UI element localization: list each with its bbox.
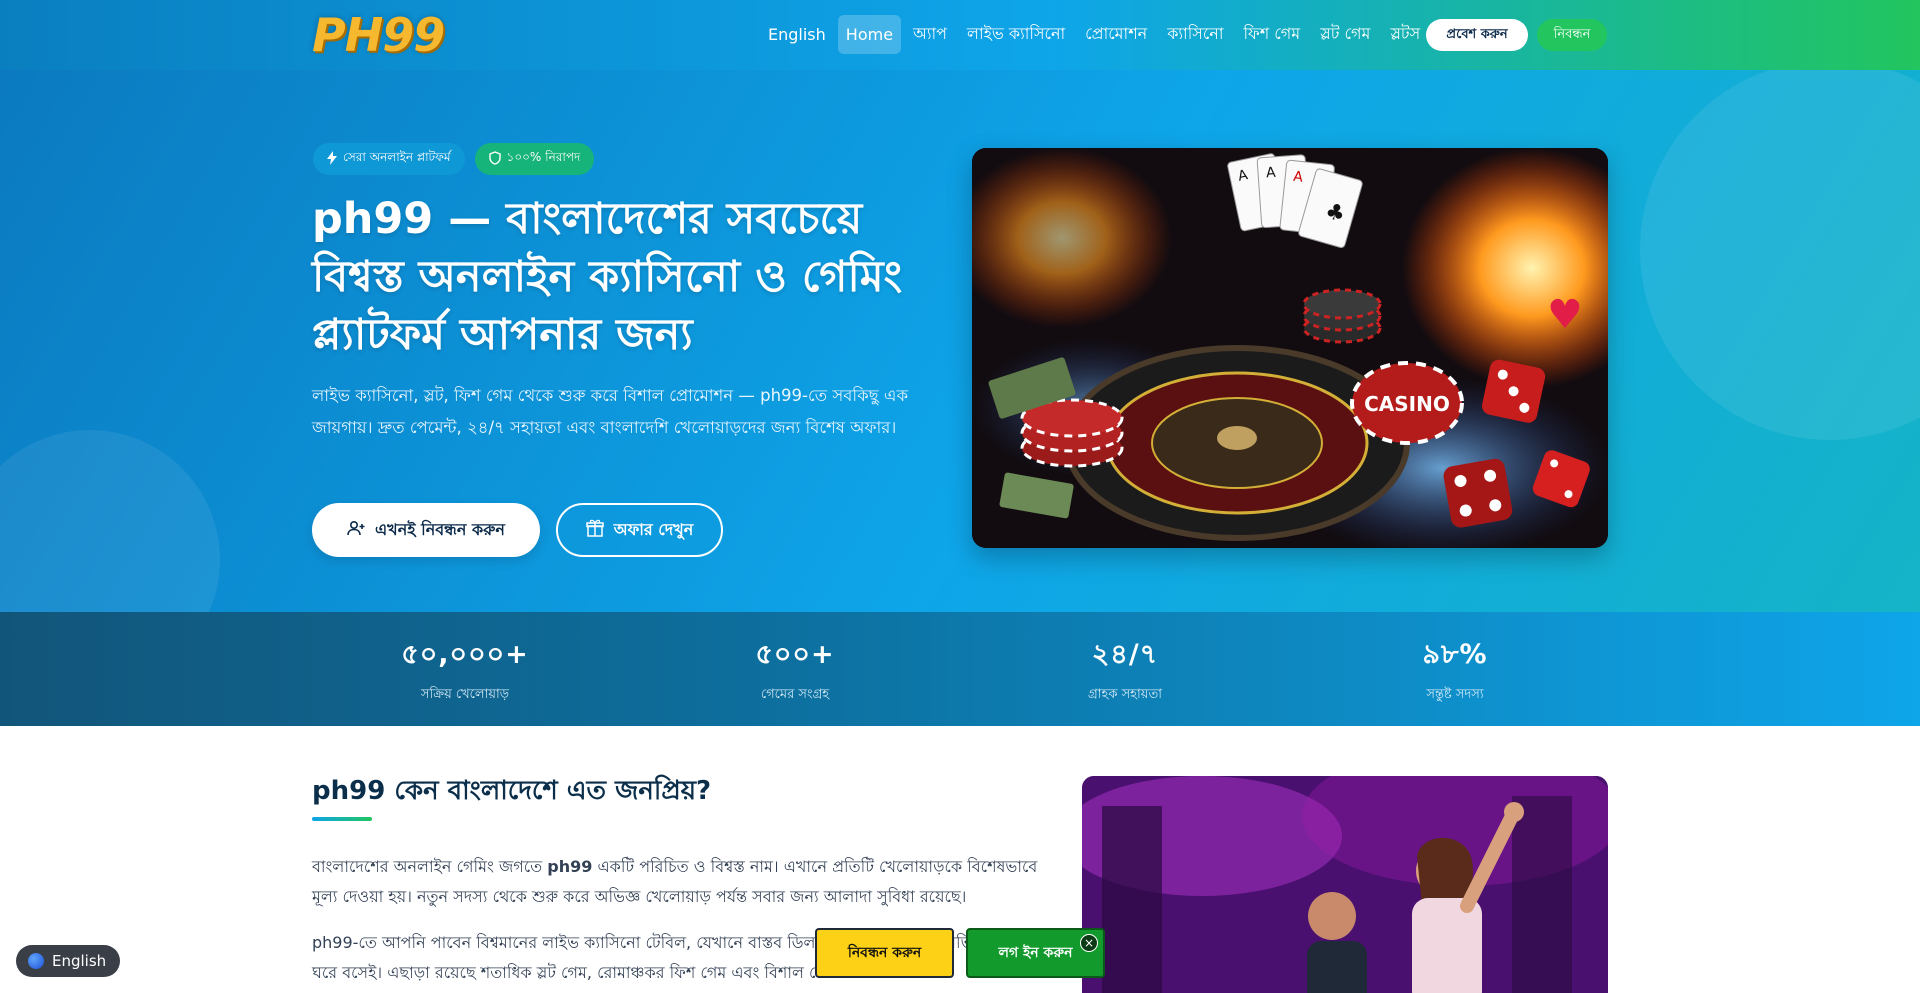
players-celebrating-image — [1082, 776, 1608, 993]
nav-item-home[interactable]: Home — [837, 14, 902, 54]
lightning-icon — [327, 150, 337, 168]
language-switcher[interactable]: English — [16, 945, 121, 977]
badge-label: ১০০% নিরাপদ — [506, 150, 581, 164]
header-login-button[interactable]: প্রবেশ করুন — [1426, 19, 1528, 51]
register-now-button[interactable]: এখনই নিবন্ধন করুন — [312, 503, 540, 557]
button-label: অফার দেখুন — [613, 519, 694, 539]
stat-value: ৯৮% — [1422, 639, 1488, 670]
hero-badges: সেরা অনলাইন প্লাটফর্ম ১০০% নিরাপদ — [313, 143, 595, 175]
hero-section: সেরা অনলাইন প্লাটফর্ম ১০০% নিরাপদ ph99 —… — [0, 70, 1920, 612]
button-label: এখনই নিবন্ধন করুন — [375, 519, 505, 539]
svg-text:♥: ♥ — [1547, 292, 1583, 338]
site-header: PH99 English Home অ্যাপ লাইভ ক্যাসিনো প্… — [0, 0, 1920, 70]
add-user-icon — [347, 520, 365, 540]
stat-value: ২৪/৭ — [1091, 639, 1159, 670]
stat-label: সন্তুষ্ট সদস্য — [1426, 687, 1484, 702]
stat-value: ৫০০+ — [755, 639, 835, 670]
brand-name: ph99 — [547, 857, 593, 876]
stat-active-players: ৫০,০০০+ সক্রিয় খেলোয়াড় — [365, 634, 565, 706]
svg-text:A: A — [1266, 165, 1277, 182]
badge-secure: ১০০% নিরাপদ — [474, 143, 595, 175]
stat-label: সক্রিয় খেলোয়াড় — [420, 687, 510, 702]
nav-item-slots[interactable]: স্লটস — [1382, 11, 1428, 58]
stat-customer-support: ২৪/৭ গ্রাহক সহায়তা — [1025, 634, 1225, 706]
language-label: English — [52, 952, 107, 970]
casino-chip-text: CASINO — [1364, 392, 1450, 416]
badge-best-platform: সেরা অনলাইন প্লাটফর্ম — [313, 143, 465, 175]
stat-value: ৫০,০০০+ — [401, 639, 529, 670]
decorative-circle — [0, 430, 220, 612]
floating-register-button[interactable]: নিবন্ধন করুন — [815, 928, 954, 978]
nav-item-english[interactable]: English — [760, 15, 834, 54]
section-title: ph99 কেন বাংলাদেশে এত জনপ্রিয়? — [312, 776, 712, 806]
header-register-button[interactable]: নিবন্ধন — [1537, 19, 1607, 51]
decorative-circle — [1640, 70, 1920, 440]
nav-item-live-casino[interactable]: লাইভ ক্যাসিনো — [959, 11, 1073, 58]
casino-hero-image: A A A ♣ CASINO ♥ — [972, 148, 1608, 548]
title-underline — [312, 817, 372, 821]
hero-title: ph99 — বাংলাদেশের সবচেয়ে বিশ্বস্ত অনলাই… — [312, 194, 903, 360]
nav-item-promotion[interactable]: প্রোমোশন — [1077, 11, 1155, 58]
stat-label: গেমের সংগ্রহ — [760, 687, 830, 702]
close-icon[interactable]: × — [1080, 934, 1098, 952]
site-logo[interactable]: PH99 — [312, 8, 445, 62]
stat-game-collection: ৫০০+ গেমের সংগ্রহ — [695, 634, 895, 706]
nav-item-casino[interactable]: ক্যাসিনো — [1159, 11, 1231, 58]
stat-label: গ্রাহক সহায়তা — [1088, 687, 1162, 702]
nav-item-slot-game[interactable]: স্লট গেম — [1312, 11, 1378, 58]
globe-icon — [28, 953, 44, 969]
nav-item-app[interactable]: অ্যাপ — [905, 11, 955, 58]
view-offers-button[interactable]: অফার দেখুন — [556, 503, 723, 557]
badge-label: সেরা অনলাইন প্লাটফর্ম — [343, 150, 451, 164]
nav-item-fish-game[interactable]: ফিশ গেম — [1235, 11, 1308, 58]
gift-icon — [585, 519, 604, 541]
stats-bar: ৫০,০০০+ সক্রিয় খেলোয়াড় ৫০০+ গেমের সংগ… — [0, 612, 1920, 726]
hero-description: লাইভ ক্যাসিনো, স্লট, ফিশ গেম থেকে শুরু ক… — [312, 386, 908, 437]
intro-paragraph: বাংলাদেশের অনলাইন গেমিং জগতে ph99 একটি প… — [312, 857, 1038, 906]
shield-icon — [488, 150, 501, 168]
stat-satisfied-members: ৯৮% সন্তুষ্ট সদস্য — [1355, 634, 1555, 706]
main-nav: English Home অ্যাপ লাইভ ক্যাসিনো প্রোমোশ… — [760, 14, 1428, 54]
